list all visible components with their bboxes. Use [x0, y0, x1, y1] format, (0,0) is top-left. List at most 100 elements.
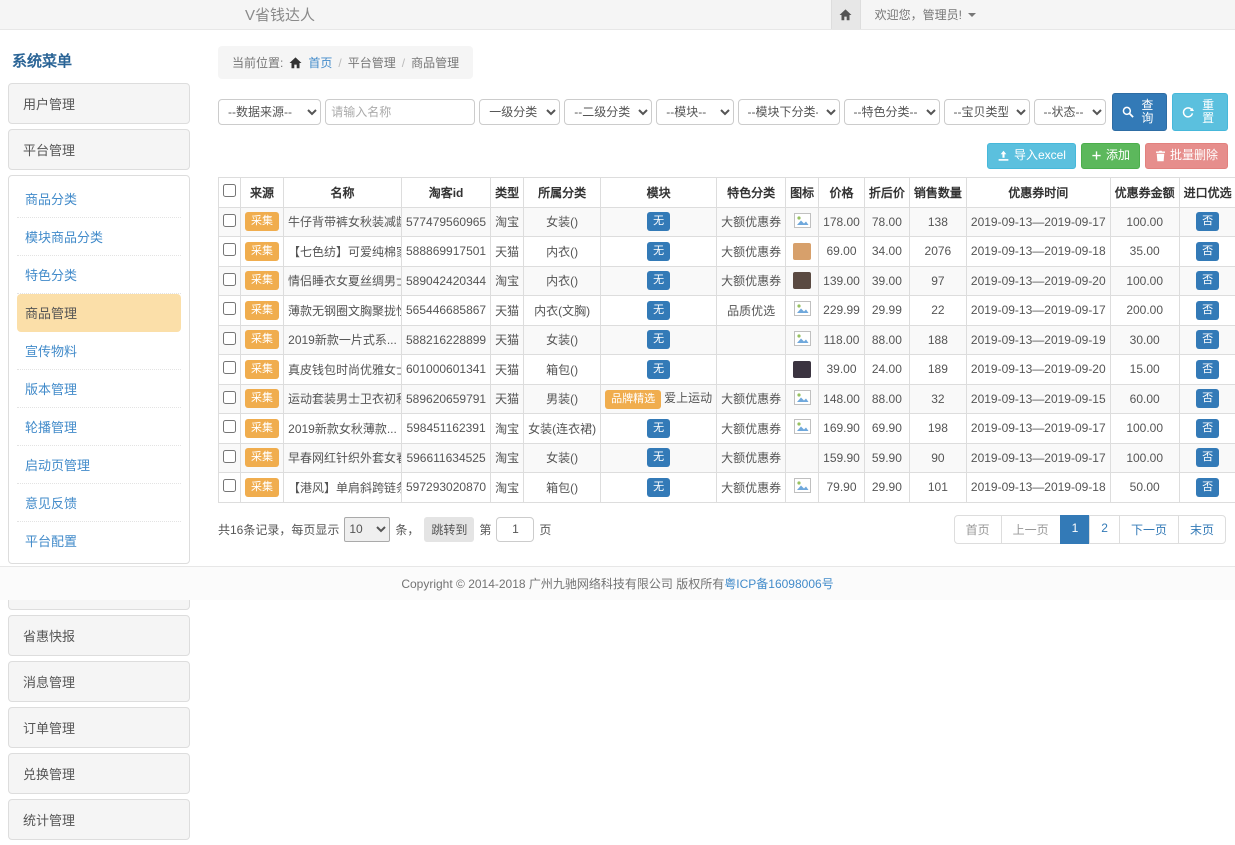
sidebar-link-5[interactable]: 商品管理: [17, 294, 181, 332]
sidebar-link-6[interactable]: 宣传物料: [17, 332, 181, 370]
feature-category: [717, 355, 786, 385]
coupon-time: 2019-09-13—2019-09-17: [966, 414, 1110, 444]
row-checkbox[interactable]: [223, 420, 236, 433]
cell-module: 无: [601, 237, 717, 267]
import-select-toggle[interactable]: 否: [1196, 242, 1219, 261]
pager-page-1[interactable]: 1: [1060, 515, 1091, 544]
discount-price: 34.00: [864, 237, 909, 267]
sidebar-item-0[interactable]: 用户管理: [8, 83, 190, 124]
row-checkbox[interactable]: [223, 332, 236, 345]
sidebar-link-4[interactable]: 特色分类: [17, 256, 181, 294]
row-checkbox[interactable]: [223, 243, 236, 256]
cell-icon: [786, 296, 819, 326]
reset-button[interactable]: 重置: [1172, 93, 1228, 131]
sidebar-item-13[interactable]: 省惠快报: [8, 615, 190, 656]
feature-category: 大额优惠券: [717, 473, 786, 503]
filter-select-1[interactable]: --数据来源--: [218, 99, 321, 125]
column-header-14: 进口优选: [1179, 177, 1235, 207]
broken-image-icon: [794, 390, 811, 405]
import-select-toggle[interactable]: 否: [1196, 389, 1219, 408]
cell-import-select: 否: [1179, 355, 1235, 385]
jump-button[interactable]: 跳转到: [424, 517, 474, 542]
row-checkbox[interactable]: [223, 450, 236, 463]
home-button[interactable]: [831, 0, 861, 29]
table-head-row: 来源名称淘客id类型所属分类模块特色分类图标价格折后价销售数量优惠券时间优惠券金…: [219, 177, 1235, 207]
row-checkbox[interactable]: [223, 391, 236, 404]
add-button[interactable]: 添加: [1081, 143, 1140, 168]
import-select-toggle[interactable]: 否: [1196, 478, 1219, 497]
source-badge: 采集: [245, 330, 279, 349]
search-button[interactable]: 查询: [1112, 93, 1168, 131]
add-button-label: 添加: [1106, 149, 1130, 162]
caret-down-icon: [968, 13, 976, 17]
import-select-toggle[interactable]: 否: [1196, 212, 1219, 231]
sidebar-link-7[interactable]: 版本管理: [17, 370, 181, 408]
sidebar-link-8[interactable]: 轮播管理: [17, 408, 181, 446]
breadcrumb-separator: /: [338, 56, 341, 70]
import-select-toggle[interactable]: 否: [1196, 448, 1219, 467]
sidebar-link-10[interactable]: 意见反馈: [17, 484, 181, 522]
coupon-amount: 60.00: [1110, 384, 1179, 414]
product-thumbnail: [793, 243, 811, 260]
import-select-toggle[interactable]: 否: [1196, 301, 1219, 320]
row-checkbox[interactable]: [223, 214, 236, 227]
filter-select-5[interactable]: --模块--: [656, 99, 733, 125]
page-size-select[interactable]: 10: [344, 517, 390, 542]
import-select-toggle[interactable]: 否: [1196, 419, 1219, 438]
broken-image-icon: [794, 419, 811, 434]
filter-select-6[interactable]: --模块下分类--: [738, 99, 840, 125]
cell-icon: [786, 414, 819, 444]
sidebar-item-16[interactable]: 兑换管理: [8, 753, 190, 794]
feature-category: 大额优惠券: [717, 443, 786, 473]
sidebar-link-9[interactable]: 启动页管理: [17, 446, 181, 484]
icp-link[interactable]: 粤ICP备16098006号: [724, 575, 833, 592]
breadcrumb-home-link[interactable]: 首页: [308, 54, 332, 71]
sidebar-link-2[interactable]: 商品分类: [17, 180, 181, 218]
cell-icon: [786, 473, 819, 503]
table-row: 采集牛仔背带裤女秋装减龄...577479560965淘宝女装()无大额优惠券1…: [219, 207, 1235, 237]
filter-select-8[interactable]: --宝贝类型--: [944, 99, 1030, 125]
sidebar-item-17[interactable]: 统计管理: [8, 799, 190, 840]
pager-next[interactable]: 下一页: [1119, 515, 1179, 544]
filter-select-3[interactable]: 一级分类: [479, 99, 560, 125]
cell-source: 采集: [241, 473, 284, 503]
product-category: 女装(): [524, 207, 601, 237]
source-badge: 采集: [245, 448, 279, 467]
row-checkbox[interactable]: [223, 302, 236, 315]
sidebar-item-15[interactable]: 订单管理: [8, 707, 190, 748]
filter-select-4[interactable]: --二级分类--: [564, 99, 652, 125]
sidebar-link-3[interactable]: 模块商品分类: [17, 218, 181, 256]
cell-import-select: 否: [1179, 207, 1235, 237]
user-menu[interactable]: 欢迎您，管理员!: [861, 6, 990, 23]
sidebar-item-14[interactable]: 消息管理: [8, 661, 190, 702]
search-icon: [1122, 106, 1134, 118]
search-name-input[interactable]: [325, 99, 475, 125]
filter-select-9[interactable]: --状态--: [1034, 99, 1106, 125]
batch-delete-button[interactable]: 批量删除: [1145, 143, 1228, 168]
module-badge: 无: [647, 478, 670, 497]
import-excel-button[interactable]: 导入excel: [987, 143, 1076, 168]
import-select-toggle[interactable]: 否: [1196, 330, 1219, 349]
coupon-amount: 200.00: [1110, 296, 1179, 326]
row-checkbox[interactable]: [223, 273, 236, 286]
row-checkbox[interactable]: [223, 361, 236, 374]
source-badge: 采集: [245, 212, 279, 231]
sidebar-item-1[interactable]: 平台管理: [8, 129, 190, 170]
page-number-input[interactable]: [496, 517, 534, 542]
pager-first[interactable]: 首页: [954, 515, 1002, 544]
select-all-checkbox[interactable]: [223, 184, 236, 197]
pager-prev[interactable]: 上一页: [1001, 515, 1061, 544]
sidebar-link-11[interactable]: 平台配置: [17, 522, 181, 559]
table-row: 采集薄款无钢圈文胸聚拢性...565446685867天猫内衣(文胸)无品质优选…: [219, 296, 1235, 326]
import-select-toggle[interactable]: 否: [1196, 271, 1219, 290]
filter-select-7[interactable]: --特色分类--: [844, 99, 940, 125]
pager-page-2[interactable]: 2: [1089, 515, 1120, 544]
row-checkbox[interactable]: [223, 479, 236, 492]
product-category: 女装(连衣裙): [524, 414, 601, 444]
pager-last[interactable]: 末页: [1178, 515, 1226, 544]
product-category: 箱包(): [524, 355, 601, 385]
table-row: 采集【港风】单肩斜跨链条...597293020870淘宝箱包()无大额优惠券7…: [219, 473, 1235, 503]
coupon-amount: 100.00: [1110, 443, 1179, 473]
taoke-id: 601000601341: [402, 355, 491, 385]
import-select-toggle[interactable]: 否: [1196, 360, 1219, 379]
